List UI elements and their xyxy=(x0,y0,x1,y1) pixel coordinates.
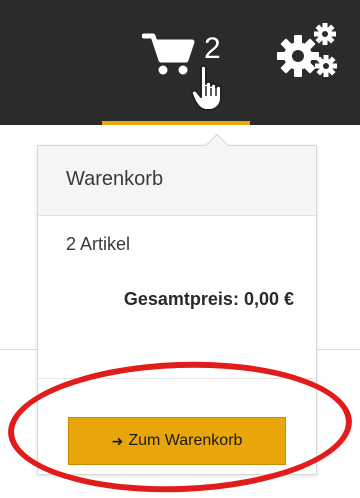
top-navigation-bar: 2 xyxy=(0,0,360,125)
cart-dropdown-title: Warenkorb xyxy=(38,146,316,216)
go-to-cart-button[interactable]: ➜ Zum Warenkorb xyxy=(68,417,286,465)
arrow-right-icon: ➜ xyxy=(111,432,124,449)
hand-pointer-icon xyxy=(190,64,222,111)
cart-total-price: Gesamtpreis: 0,00 € xyxy=(123,289,294,309)
dropdown-divider xyxy=(38,378,316,379)
cart-item-count: 2 Artikel xyxy=(66,234,131,254)
shopping-cart-icon xyxy=(142,33,195,75)
cart-active-indicator xyxy=(102,121,250,125)
cart-dropdown: Warenkorb 2 Artikel Gesamtpreis: 0,00 € … xyxy=(37,133,317,475)
gears-icon[interactable] xyxy=(276,22,340,80)
go-to-cart-label: Zum Warenkorb xyxy=(128,432,243,449)
cart-count-badge: 2 xyxy=(204,32,221,65)
cart-button[interactable]: 2 xyxy=(102,20,250,125)
